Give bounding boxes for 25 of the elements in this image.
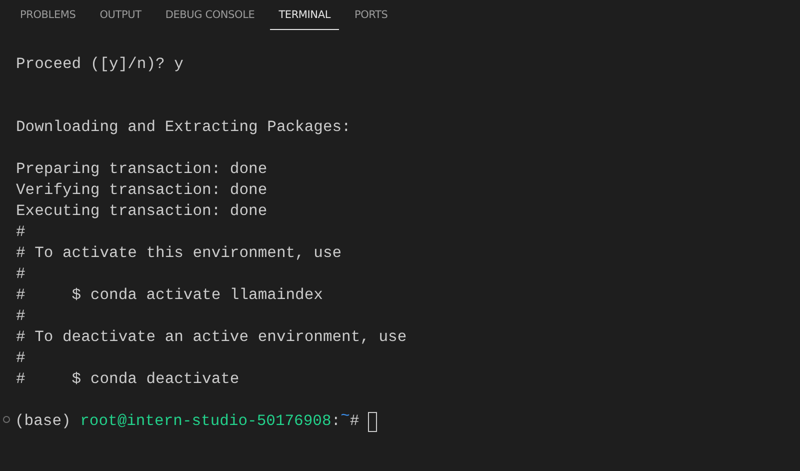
terminal-output-line: Preparing transaction: done: [16, 160, 268, 178]
terminal-output-line: # To deactivate an active environment, use: [16, 328, 407, 346]
prompt-separator: :: [331, 411, 341, 432]
terminal-output-line: Executing transaction: done: [16, 202, 268, 220]
panel-tab[interactable]: OUTPUT: [90, 0, 150, 30]
prompt-symbol: #: [350, 411, 360, 432]
terminal-output-line: #: [16, 223, 26, 241]
terminal-output-line: Proceed ([y]/n)? y: [16, 55, 184, 73]
command-status-icon: [3, 416, 10, 423]
terminal-output-line: # $ conda activate llamaindex: [16, 286, 323, 304]
panel-tab[interactable]: TERMINAL: [270, 0, 340, 30]
terminal-output-line: # To activate this environment, use: [16, 244, 342, 262]
prompt-user-host: root@intern-studio-50176908: [80, 411, 332, 432]
terminal-output-line: #: [16, 349, 26, 367]
terminal-cursor: [368, 412, 378, 432]
terminal-output-line: Downloading and Extracting Packages:: [16, 118, 351, 136]
panel-tab[interactable]: PORTS: [345, 0, 397, 30]
terminal-output-line: # $ conda deactivate: [16, 370, 240, 388]
prompt-path: ~: [340, 406, 350, 427]
terminal-output-line: #: [16, 265, 26, 283]
panel-tab[interactable]: PROBLEMS: [11, 0, 85, 30]
panel-tab[interactable]: DEBUG CONSOLE: [156, 0, 264, 30]
terminal-output-line: Verifying transaction: done: [16, 181, 268, 199]
conda-env-label: (base): [15, 411, 71, 432]
terminal-output-line: #: [16, 307, 26, 325]
